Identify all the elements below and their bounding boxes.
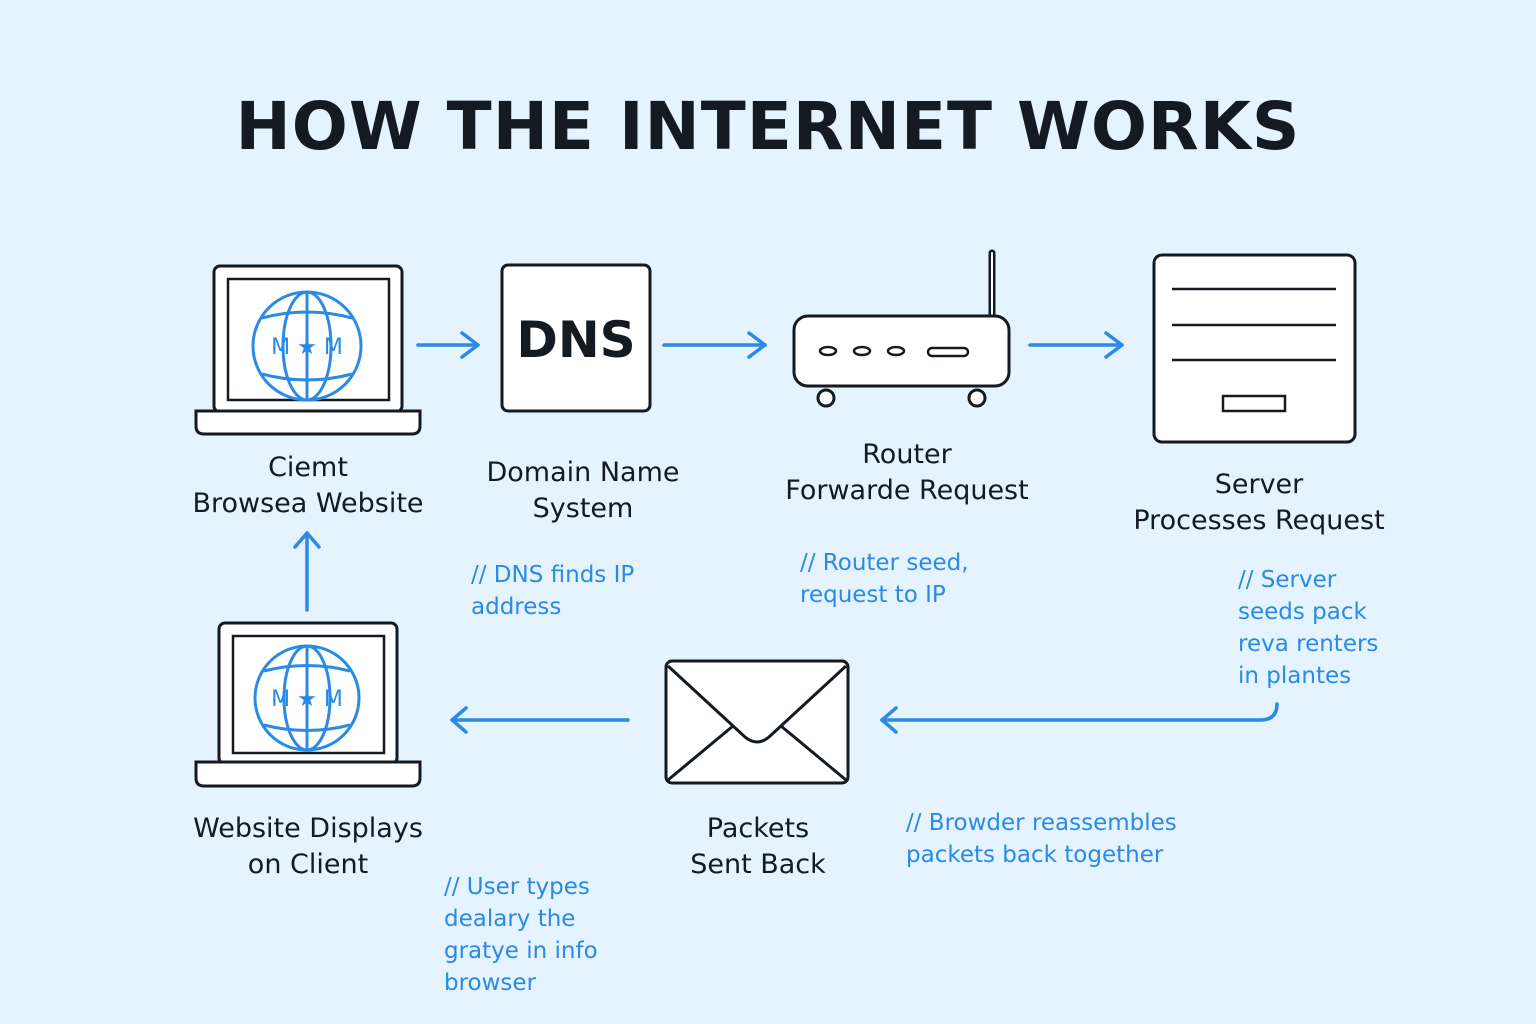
- note-server-line1: // Server: [1238, 567, 1337, 593]
- note-server-line4: in plantes: [1238, 663, 1352, 689]
- client-label-line1: Ciemt: [268, 452, 348, 483]
- note-reassemble-line1: // Browder reassembles: [906, 810, 1177, 836]
- server-document-icon: [1152, 253, 1357, 444]
- arrow-server-to-packets: [880, 702, 1279, 734]
- router-label-line2: Forwarde Request: [785, 475, 1029, 506]
- client-label: Ciemt Browsea Website: [160, 450, 456, 522]
- note-reassemble: // Browder reassembles packets back toge…: [906, 807, 1177, 871]
- display-label-line1: Website Displays: [193, 813, 423, 844]
- globe-glyph: M ★ M: [271, 687, 343, 712]
- note-user-line4: browser: [444, 970, 537, 996]
- note-router-line2: request to IP: [800, 582, 946, 608]
- server-label-line1: Server: [1214, 469, 1304, 500]
- note-server: // Server seeds pack reva renters in pla…: [1238, 564, 1378, 692]
- client-label-line2: Browsea Website: [192, 488, 424, 519]
- arrow-router-to-server: [1028, 331, 1124, 359]
- note-dns: // DNS finds IP address: [471, 559, 634, 623]
- dns-box-icon: DNS: [500, 263, 652, 413]
- note-user-line1: // User types: [444, 874, 590, 900]
- dns-label-line2: System: [532, 493, 634, 524]
- packets-label-line2: Sent Back: [690, 849, 826, 880]
- display-label-line2: on Client: [247, 849, 369, 880]
- globe-glyph: M ★ M: [271, 335, 343, 360]
- router-label-line1: Router: [862, 439, 952, 470]
- note-router: // Router seed, request to IP: [800, 547, 969, 611]
- note-user: // User types dealary the gratye in info…: [444, 871, 598, 999]
- note-router-line1: // Router seed,: [800, 550, 969, 576]
- packets-label-line1: Packets: [706, 813, 810, 844]
- arrow-packets-to-display: [450, 706, 630, 734]
- dns-icon-text: DNS: [516, 311, 635, 369]
- server-label-line2: Processes Request: [1133, 505, 1385, 536]
- dns-label: Domain Name System: [450, 455, 716, 527]
- arrow-display-to-client: [293, 531, 321, 612]
- arrow-dns-to-router: [662, 331, 767, 359]
- arrow-client-to-dns: [416, 331, 480, 359]
- note-server-line2: seeds pack: [1238, 599, 1367, 625]
- dns-label-line1: Domain Name: [486, 457, 680, 488]
- packets-label: Packets Sent Back: [628, 811, 888, 883]
- client-laptop-icon: M ★ M: [194, 264, 422, 436]
- display-laptop-icon: M ★ M: [194, 621, 422, 788]
- note-reassemble-line2: packets back together: [906, 842, 1164, 868]
- router-label: Router Forwarde Request: [740, 437, 1074, 509]
- note-dns-line2: address: [471, 594, 562, 620]
- note-server-line3: reva renters: [1238, 631, 1379, 657]
- note-dns-line1: // DNS finds IP: [471, 562, 635, 588]
- note-user-line2: dealary the: [444, 906, 576, 932]
- server-label: Server Processes Request: [1092, 467, 1426, 539]
- note-user-line3: gratye in info: [444, 938, 598, 964]
- envelope-icon: [664, 659, 850, 785]
- router-icon: [792, 249, 1011, 408]
- display-label: Website Displays on Client: [150, 811, 466, 883]
